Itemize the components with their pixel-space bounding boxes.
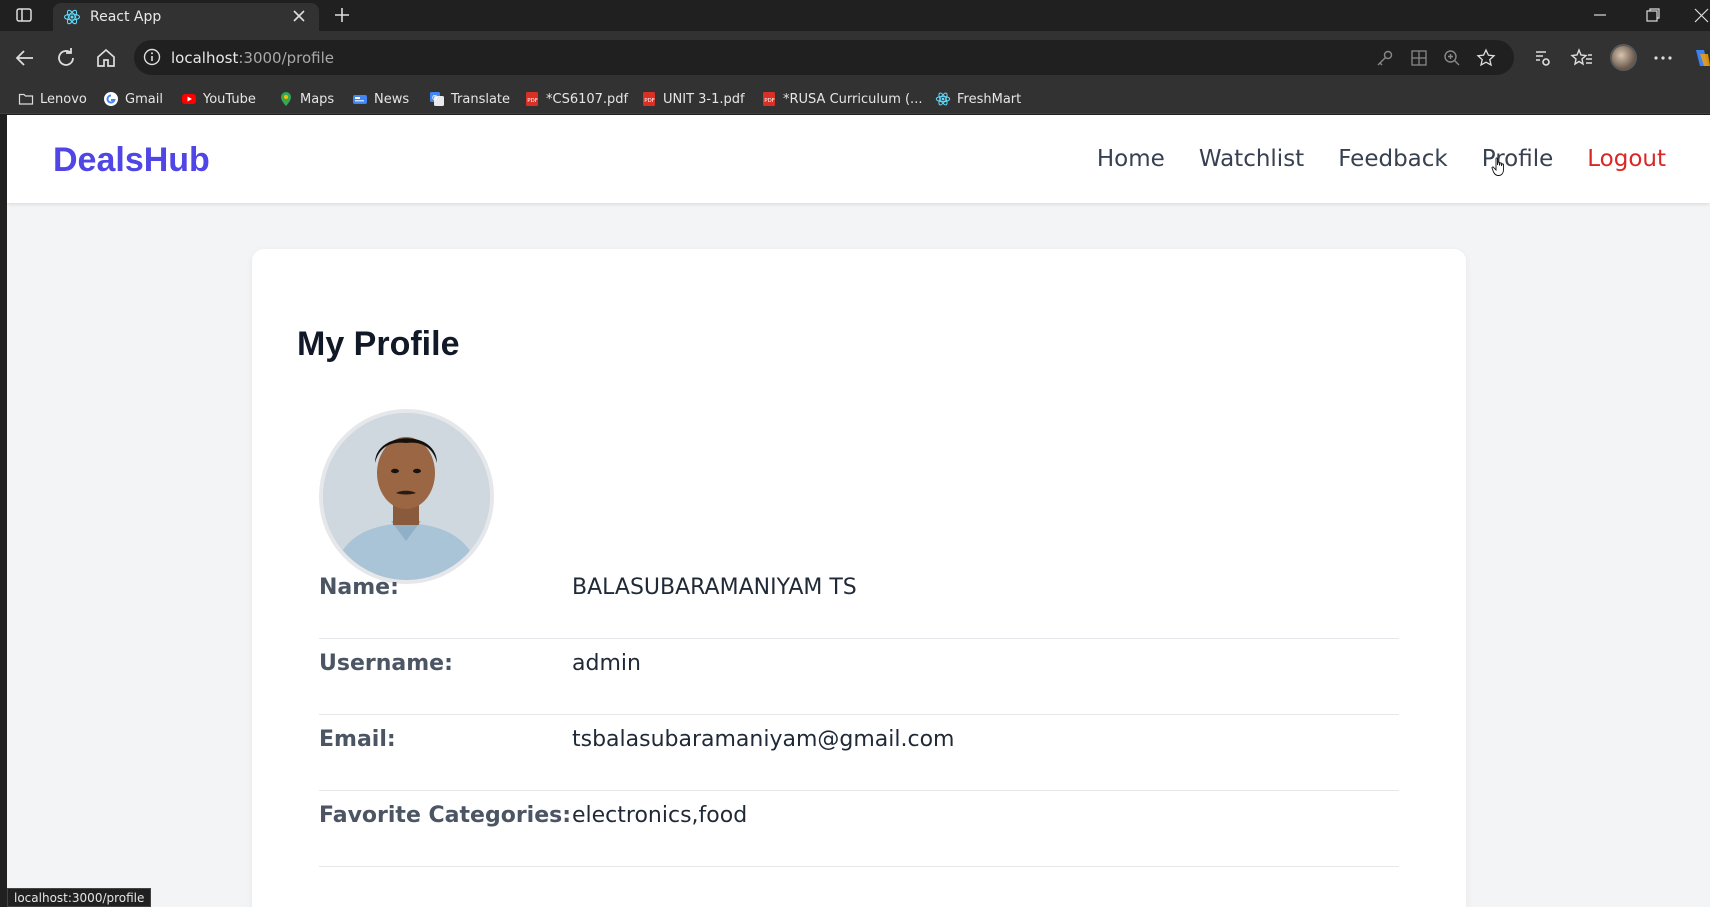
brand-logo[interactable]: DealsHub <box>53 141 210 180</box>
favorites-icon[interactable] <box>1570 46 1594 70</box>
bookmark-item[interactable]: News <box>352 90 409 108</box>
password-key-icon[interactable] <box>1375 48 1395 68</box>
media-control-icon[interactable] <box>1530 46 1554 70</box>
field-label: Name: <box>319 575 399 600</box>
bookmarks-bar: Lenovo Gmail YouTube Maps News G Transla… <box>0 84 1710 114</box>
field-value: tsbalasubaramaniyam@gmail.com <box>572 727 955 752</box>
back-icon[interactable] <box>13 46 37 70</box>
maps-icon <box>278 91 294 107</box>
browser-profile-avatar[interactable] <box>1610 44 1637 71</box>
home-icon[interactable] <box>94 46 118 70</box>
field-label: Favorite Categories: <box>319 803 572 828</box>
browser-tab-bar: React App <box>0 0 1710 31</box>
pdf-icon: PDF <box>641 91 657 107</box>
react-icon <box>63 8 81 26</box>
close-tab-icon[interactable] <box>291 8 307 24</box>
youtube-icon <box>181 91 197 107</box>
page-title: My Profile <box>297 325 460 363</box>
copilot-icon[interactable] <box>1690 46 1710 70</box>
bookmark-item[interactable]: FreshMart <box>935 90 1021 108</box>
bookmark-item[interactable]: PDF UNIT 3-1.pdf <box>641 90 745 108</box>
tab-title: React App <box>90 9 162 25</box>
field-label: Email: <box>319 727 396 752</box>
bookmark-item[interactable]: PDF *CS6107.pdf <box>524 90 628 108</box>
svg-text:PDF: PDF <box>764 98 775 104</box>
pdf-icon: PDF <box>524 91 540 107</box>
field-label: Username: <box>319 651 453 676</box>
profile-row-name: Name: BALASUBARAMANIYAM TS <box>319 563 1399 639</box>
apps-icon[interactable] <box>1409 48 1429 68</box>
bookmark-item[interactable]: G Translate <box>429 90 510 108</box>
nav-home-link[interactable]: Home <box>1097 146 1165 172</box>
svg-text:G: G <box>432 94 437 102</box>
react-icon <box>935 91 951 107</box>
field-value: BALASUBARAMANIYAM TS <box>572 575 857 600</box>
profile-card: My Profile Name: BALASUBARAMANIYAM TS Us… <box>252 249 1466 907</box>
bookmark-item[interactable]: Gmail <box>103 90 163 108</box>
tab-actions-icon[interactable] <box>14 6 34 24</box>
translate-icon: G <box>429 91 445 107</box>
page-viewport: DealsHub Home Watchlist Feedback Profile… <box>7 115 1710 907</box>
refresh-icon[interactable] <box>54 46 78 70</box>
minimize-icon[interactable] <box>1590 5 1610 25</box>
profile-row-email: Email: tsbalasubaramaniyam@gmail.com <box>319 715 1399 791</box>
google-icon <box>103 91 119 107</box>
status-bar-url: localhost:3000/profile <box>7 888 152 907</box>
nav-feedback-link[interactable]: Feedback <box>1338 146 1448 172</box>
close-window-icon[interactable] <box>1692 5 1710 25</box>
field-value: electronics,food <box>572 803 748 828</box>
browser-toolbar: localhost:3000/profile <box>0 31 1710 84</box>
more-options-icon[interactable] <box>1651 46 1675 70</box>
address-bar[interactable]: localhost:3000/profile <box>134 40 1514 75</box>
zoom-icon[interactable] <box>1442 48 1462 68</box>
bookmark-item[interactable]: PDF *RUSA Curriculum (... <box>761 90 922 108</box>
hand-cursor-icon <box>1491 157 1507 177</box>
app-navbar: DealsHub Home Watchlist Feedback Profile… <box>7 115 1710 203</box>
field-value: admin <box>572 651 641 676</box>
bookmark-item[interactable]: YouTube <box>181 90 256 108</box>
nav-logout-link[interactable]: Logout <box>1587 146 1666 172</box>
folder-icon <box>18 91 34 107</box>
url-text: localhost:3000/profile <box>171 49 335 67</box>
bookmark-item[interactable]: Lenovo <box>18 90 87 108</box>
new-tab-icon[interactable] <box>332 5 352 25</box>
profile-photo <box>319 409 494 584</box>
svg-text:PDF: PDF <box>527 98 538 104</box>
bookmark-item[interactable]: Maps <box>278 90 334 108</box>
nav-links: Home Watchlist Feedback Profile Logout <box>1097 146 1666 172</box>
svg-text:PDF: PDF <box>644 98 655 104</box>
site-info-icon[interactable] <box>143 48 161 66</box>
favorite-star-icon[interactable] <box>1476 48 1496 68</box>
nav-watchlist-link[interactable]: Watchlist <box>1199 146 1304 172</box>
browser-tab[interactable]: React App <box>53 3 319 31</box>
restore-icon[interactable] <box>1643 5 1663 25</box>
news-icon <box>352 91 368 107</box>
pdf-icon: PDF <box>761 91 777 107</box>
profile-row-categories: Favorite Categories: electronics,food <box>319 791 1399 867</box>
profile-row-username: Username: admin <box>319 639 1399 715</box>
